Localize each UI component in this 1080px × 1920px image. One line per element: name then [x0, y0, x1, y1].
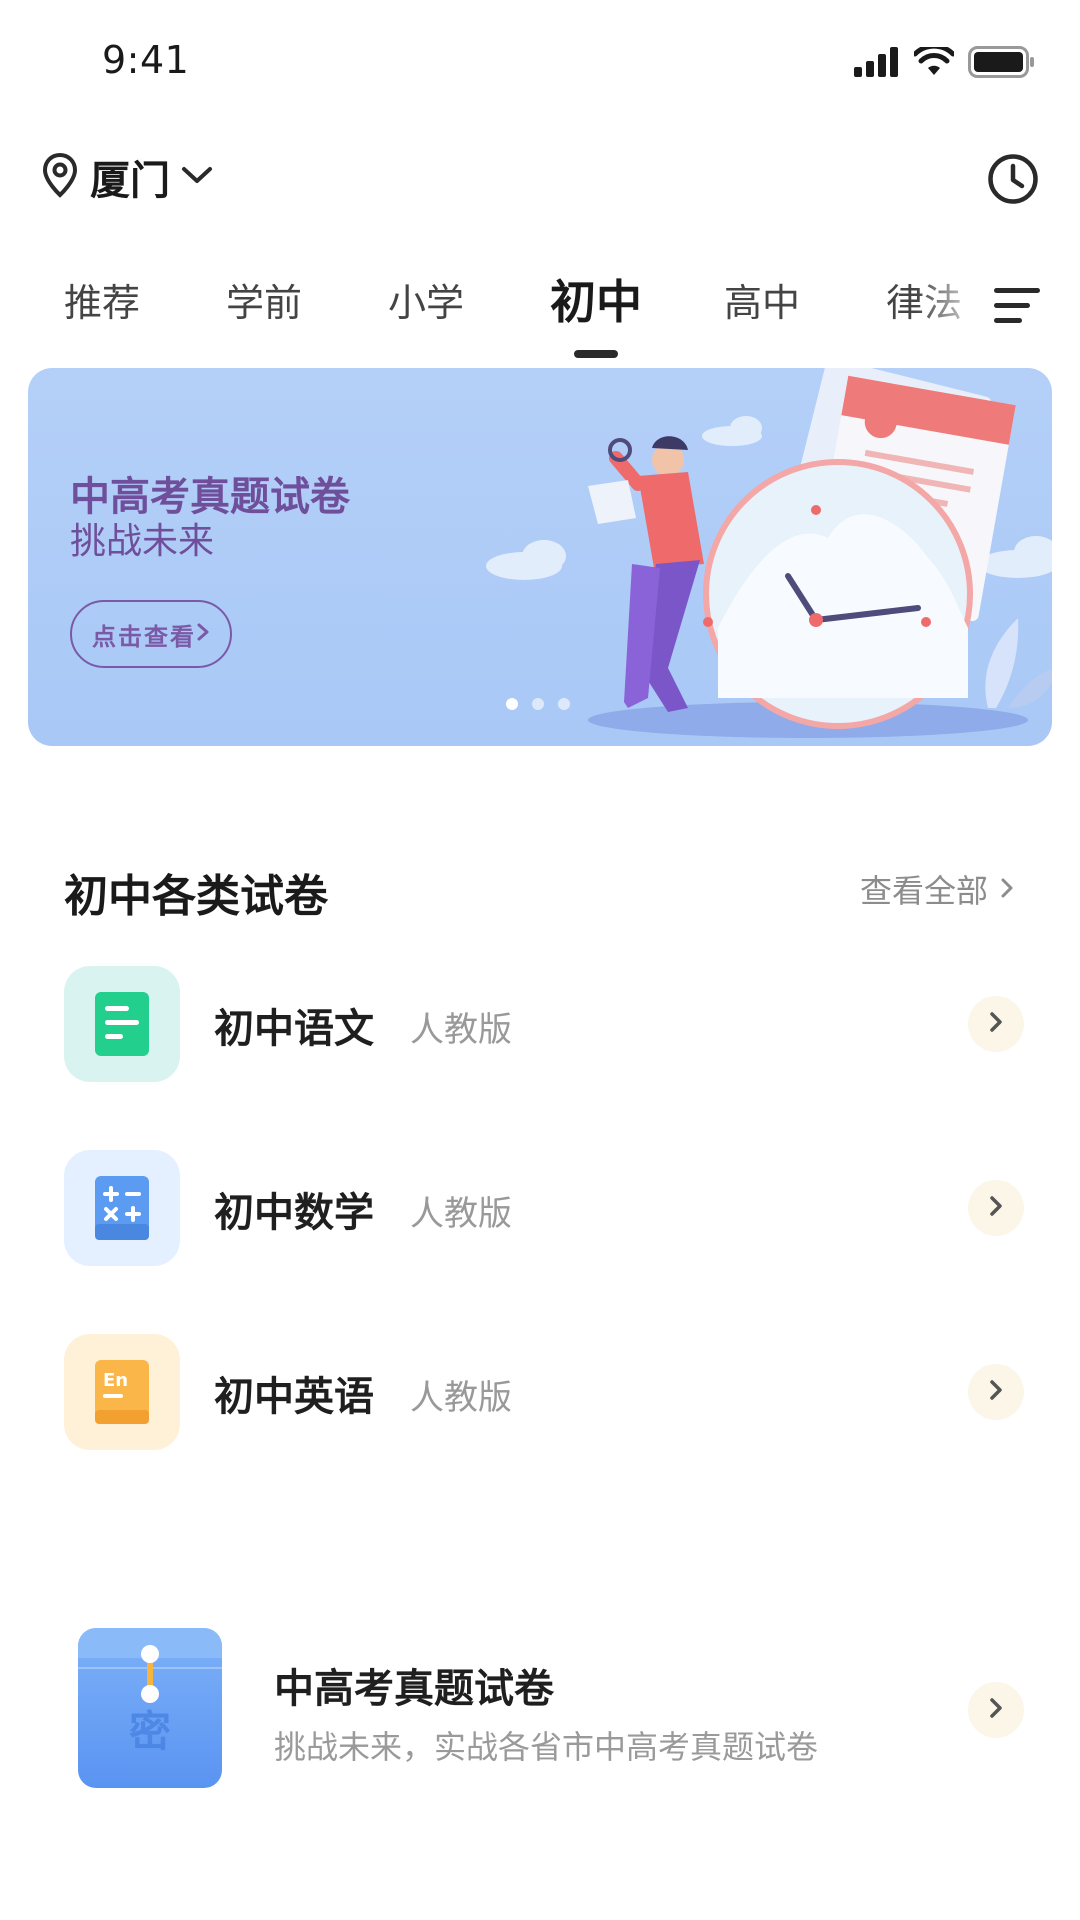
category-menu-button[interactable]: [994, 286, 1040, 330]
chevron-right-icon: [989, 1379, 1003, 1405]
chevron-right-icon: [989, 1011, 1003, 1037]
battery-icon: [968, 46, 1036, 82]
status-time: 9:41: [102, 38, 190, 82]
clock-icon: [986, 154, 1040, 210]
subject-item-math[interactable]: 初中数学 人教版: [64, 1150, 1024, 1266]
tabs-fade-overlay: [916, 262, 1006, 342]
location-selector[interactable]: 厦门: [40, 148, 214, 206]
status-icons: [854, 43, 1036, 82]
subject-name: 初中语文: [214, 1006, 374, 1052]
see-all-label: 查看全部: [859, 872, 988, 910]
sealed-envelope-icon: 密: [78, 1628, 222, 1788]
category-tabs: 推荐 学前 小学 初中 高中 律法: [0, 272, 1000, 358]
banner-pagination: [506, 698, 570, 710]
english-book-icon: En: [64, 1334, 180, 1450]
exam-papers-card[interactable]: 密 中高考真题试卷 挑战未来，实战各省市中高考真题试卷: [78, 1628, 1024, 1788]
tab-recommend[interactable]: 推荐: [64, 272, 140, 327]
subject-name: 初中数学: [214, 1190, 374, 1236]
subject-edition: 人教版: [410, 1194, 512, 1234]
history-button[interactable]: [986, 152, 1040, 210]
row-arrow-button[interactable]: [968, 1364, 1024, 1420]
row-arrow-button[interactable]: [968, 1682, 1024, 1738]
banner-subtitle: 挑战未来: [70, 521, 215, 562]
subject-edition: 人教版: [410, 1378, 512, 1418]
tab-senior-high[interactable]: 高中: [724, 272, 800, 327]
tab-primary[interactable]: 小学: [388, 272, 464, 327]
subject-item-english[interactable]: En 初中英语 人教版: [64, 1334, 1024, 1450]
card-description: 挑战未来，实战各省市中高考真题试卷: [274, 1728, 819, 1766]
promo-banner[interactable]: 中高考真题试卷 挑战未来 点击查看: [28, 368, 1052, 746]
city-label: 厦门: [90, 158, 170, 204]
card-title: 中高考真题试卷: [274, 1666, 554, 1712]
row-arrow-button[interactable]: [968, 996, 1024, 1052]
banner-view-button[interactable]: 点击查看: [70, 600, 232, 668]
wifi-icon: [912, 43, 956, 81]
chevron-right-icon: [196, 620, 210, 648]
tab-preschool[interactable]: 学前: [226, 272, 302, 327]
pagination-dot[interactable]: [532, 698, 544, 710]
chevron-down-icon: [180, 163, 214, 191]
document-icon: [64, 966, 180, 1082]
english-icon-text: En: [103, 1370, 128, 1391]
active-tab-indicator: [574, 350, 618, 358]
subject-item-chinese[interactable]: 初中语文 人教版: [64, 966, 1024, 1082]
row-arrow-button[interactable]: [968, 1180, 1024, 1236]
subject-name: 初中英语: [214, 1374, 374, 1420]
tab-junior-high[interactable]: 初中: [550, 266, 642, 332]
sealed-label: 密: [129, 1707, 171, 1756]
section-title: 初中各类试卷: [64, 871, 328, 922]
menu-icon: [994, 288, 1040, 330]
calculator-icon: [64, 1150, 180, 1266]
pagination-dot[interactable]: [558, 698, 570, 710]
chevron-right-icon: [989, 1697, 1003, 1723]
location-pin-icon: [40, 152, 80, 202]
pagination-dot-active[interactable]: [506, 698, 518, 710]
chevron-right-icon: [1000, 870, 1014, 908]
banner-button-label: 点击查看: [92, 622, 196, 651]
subject-edition: 人教版: [410, 1010, 512, 1050]
signal-icon: [854, 47, 900, 81]
chevron-right-icon: [989, 1195, 1003, 1221]
see-all-link[interactable]: 查看全部: [860, 866, 1014, 912]
